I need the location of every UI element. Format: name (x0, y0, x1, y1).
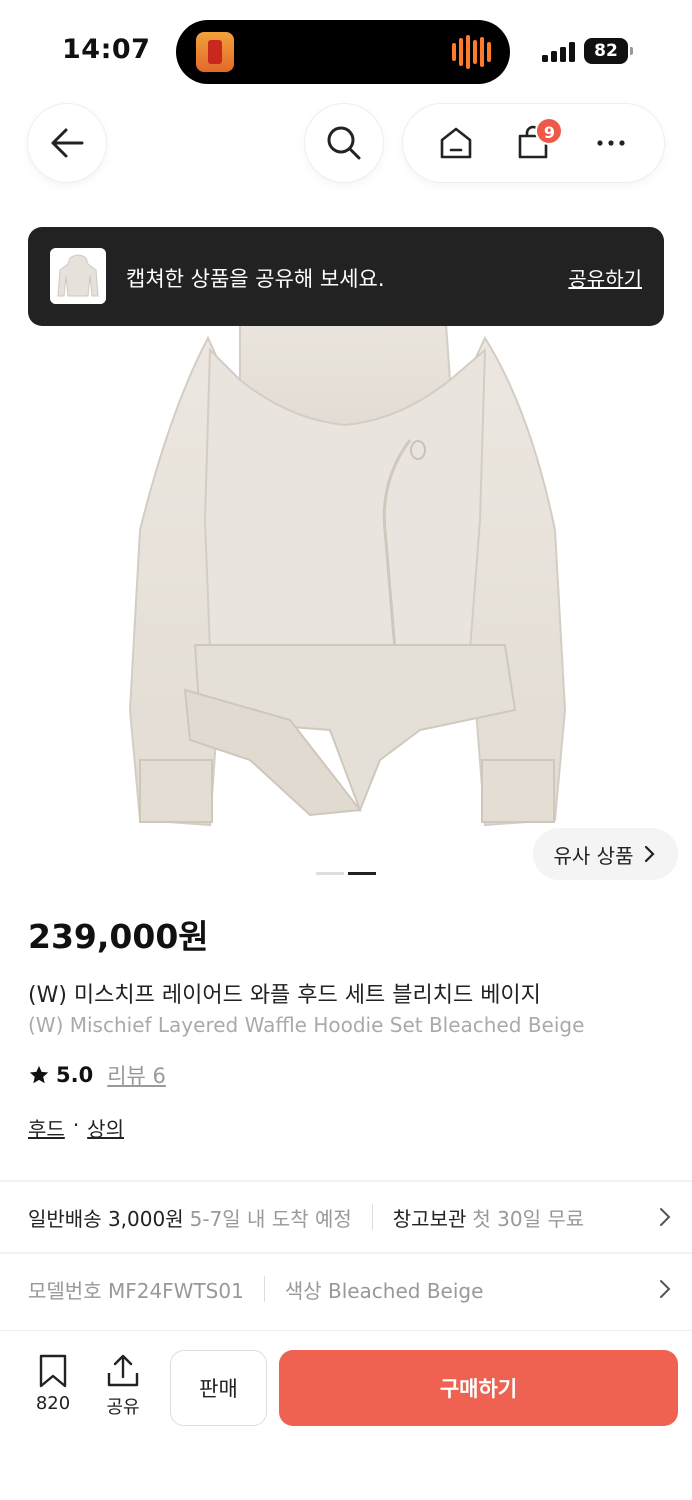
dynamic-island (176, 20, 510, 84)
color-info: 색상 Bleached Beige (284, 1278, 484, 1303)
nav-group: 9 (403, 104, 664, 182)
model-number: 모델번호 MF24FWTS01 (28, 1278, 244, 1303)
search-button[interactable] (305, 104, 383, 182)
chevron-right-icon (645, 845, 656, 863)
more-button[interactable] (583, 115, 639, 171)
shipping-eta: 5-7일 내 도착 예정 (189, 1206, 352, 1231)
hoodie-thumbnail-image (50, 248, 106, 304)
home-button[interactable] (428, 115, 484, 171)
chevron-right-icon (660, 1280, 671, 1298)
pagination-dot[interactable] (316, 872, 344, 875)
hoodie-image (128, 294, 567, 827)
category-link-hood[interactable]: 후드 (28, 1113, 65, 1142)
rating-score: 5.0 (56, 1063, 94, 1087)
category-breadcrumb: 후드 · 상의 (28, 1113, 124, 1142)
buy-button[interactable]: 구매하기 (279, 1350, 678, 1426)
similar-products-button[interactable]: 유사 상품 (533, 828, 678, 880)
star-icon (29, 1065, 49, 1084)
product-price: 239,000원 (28, 917, 209, 956)
shipping-row[interactable]: 일반배송 3,000원 5-7일 내 도착 예정 창고보관 첫 30일 무료 (28, 1200, 672, 1234)
product-image[interactable] (100, 290, 592, 850)
back-button[interactable] (28, 104, 106, 182)
toast-product-thumbnail (50, 248, 106, 304)
divider (0, 1252, 692, 1254)
wishlist-count: 820 (35, 1393, 71, 1414)
home-icon (440, 127, 472, 159)
meta-separator (263, 1276, 265, 1302)
product-name-english: (W) Mischief Layered Waffle Hoodie Set B… (28, 1013, 585, 1037)
similar-products-label: 유사 상품 (553, 843, 634, 868)
divider (0, 1180, 692, 1182)
bookmark-icon (39, 1354, 67, 1388)
shipping-label: 일반배송 3,000원 (28, 1206, 184, 1231)
share-toast: 캡쳐한 상품을 공유해 보세요. 공유하기 (28, 227, 664, 326)
status-bar: 14:07 82 (0, 0, 692, 100)
storage-note: 첫 30일 무료 (472, 1206, 585, 1231)
share-icon (107, 1354, 139, 1387)
bottom-action-bar: 820 공유 판매 구매하기 (0, 1330, 692, 1500)
battery-icon: 82 (584, 38, 633, 64)
wishlist-button[interactable]: 820 (28, 1353, 78, 1414)
review-link[interactable]: 리뷰 6 (107, 1060, 166, 1090)
back-arrow-icon (51, 128, 84, 158)
storage-label: 창고보관 (392, 1206, 467, 1231)
pagination-dot-active[interactable] (348, 872, 376, 875)
product-rating: 5.0 리뷰 6 (28, 1060, 166, 1090)
share-label: 공유 (106, 1397, 140, 1418)
shipping-separator (371, 1204, 373, 1230)
cart-button[interactable]: 9 (505, 115, 564, 171)
category-link-top[interactable]: 상의 (87, 1113, 124, 1142)
product-name-korean: (W) 미스치프 레이어드 와플 후드 세트 블리치드 베이지 (28, 983, 541, 1008)
toast-share-link[interactable]: 공유하기 (568, 263, 642, 292)
toast-message: 캡쳐한 상품을 공유해 보세요. (126, 267, 385, 291)
chevron-right-icon (660, 1208, 671, 1226)
cart-count-badge: 9 (535, 117, 564, 145)
signal-icon (542, 40, 576, 62)
product-meta-row[interactable]: 모델번호 MF24FWTS01 색상 Bleached Beige (28, 1272, 672, 1306)
search-icon (327, 126, 361, 160)
app-icon (196, 32, 234, 72)
more-icon (597, 140, 625, 146)
waveform-icon (452, 34, 492, 70)
share-button[interactable]: 공유 (98, 1353, 148, 1419)
image-pagination (316, 872, 376, 875)
sell-button[interactable]: 판매 (170, 1350, 267, 1426)
category-separator: · (72, 1113, 80, 1137)
status-time: 14:07 (62, 34, 151, 65)
